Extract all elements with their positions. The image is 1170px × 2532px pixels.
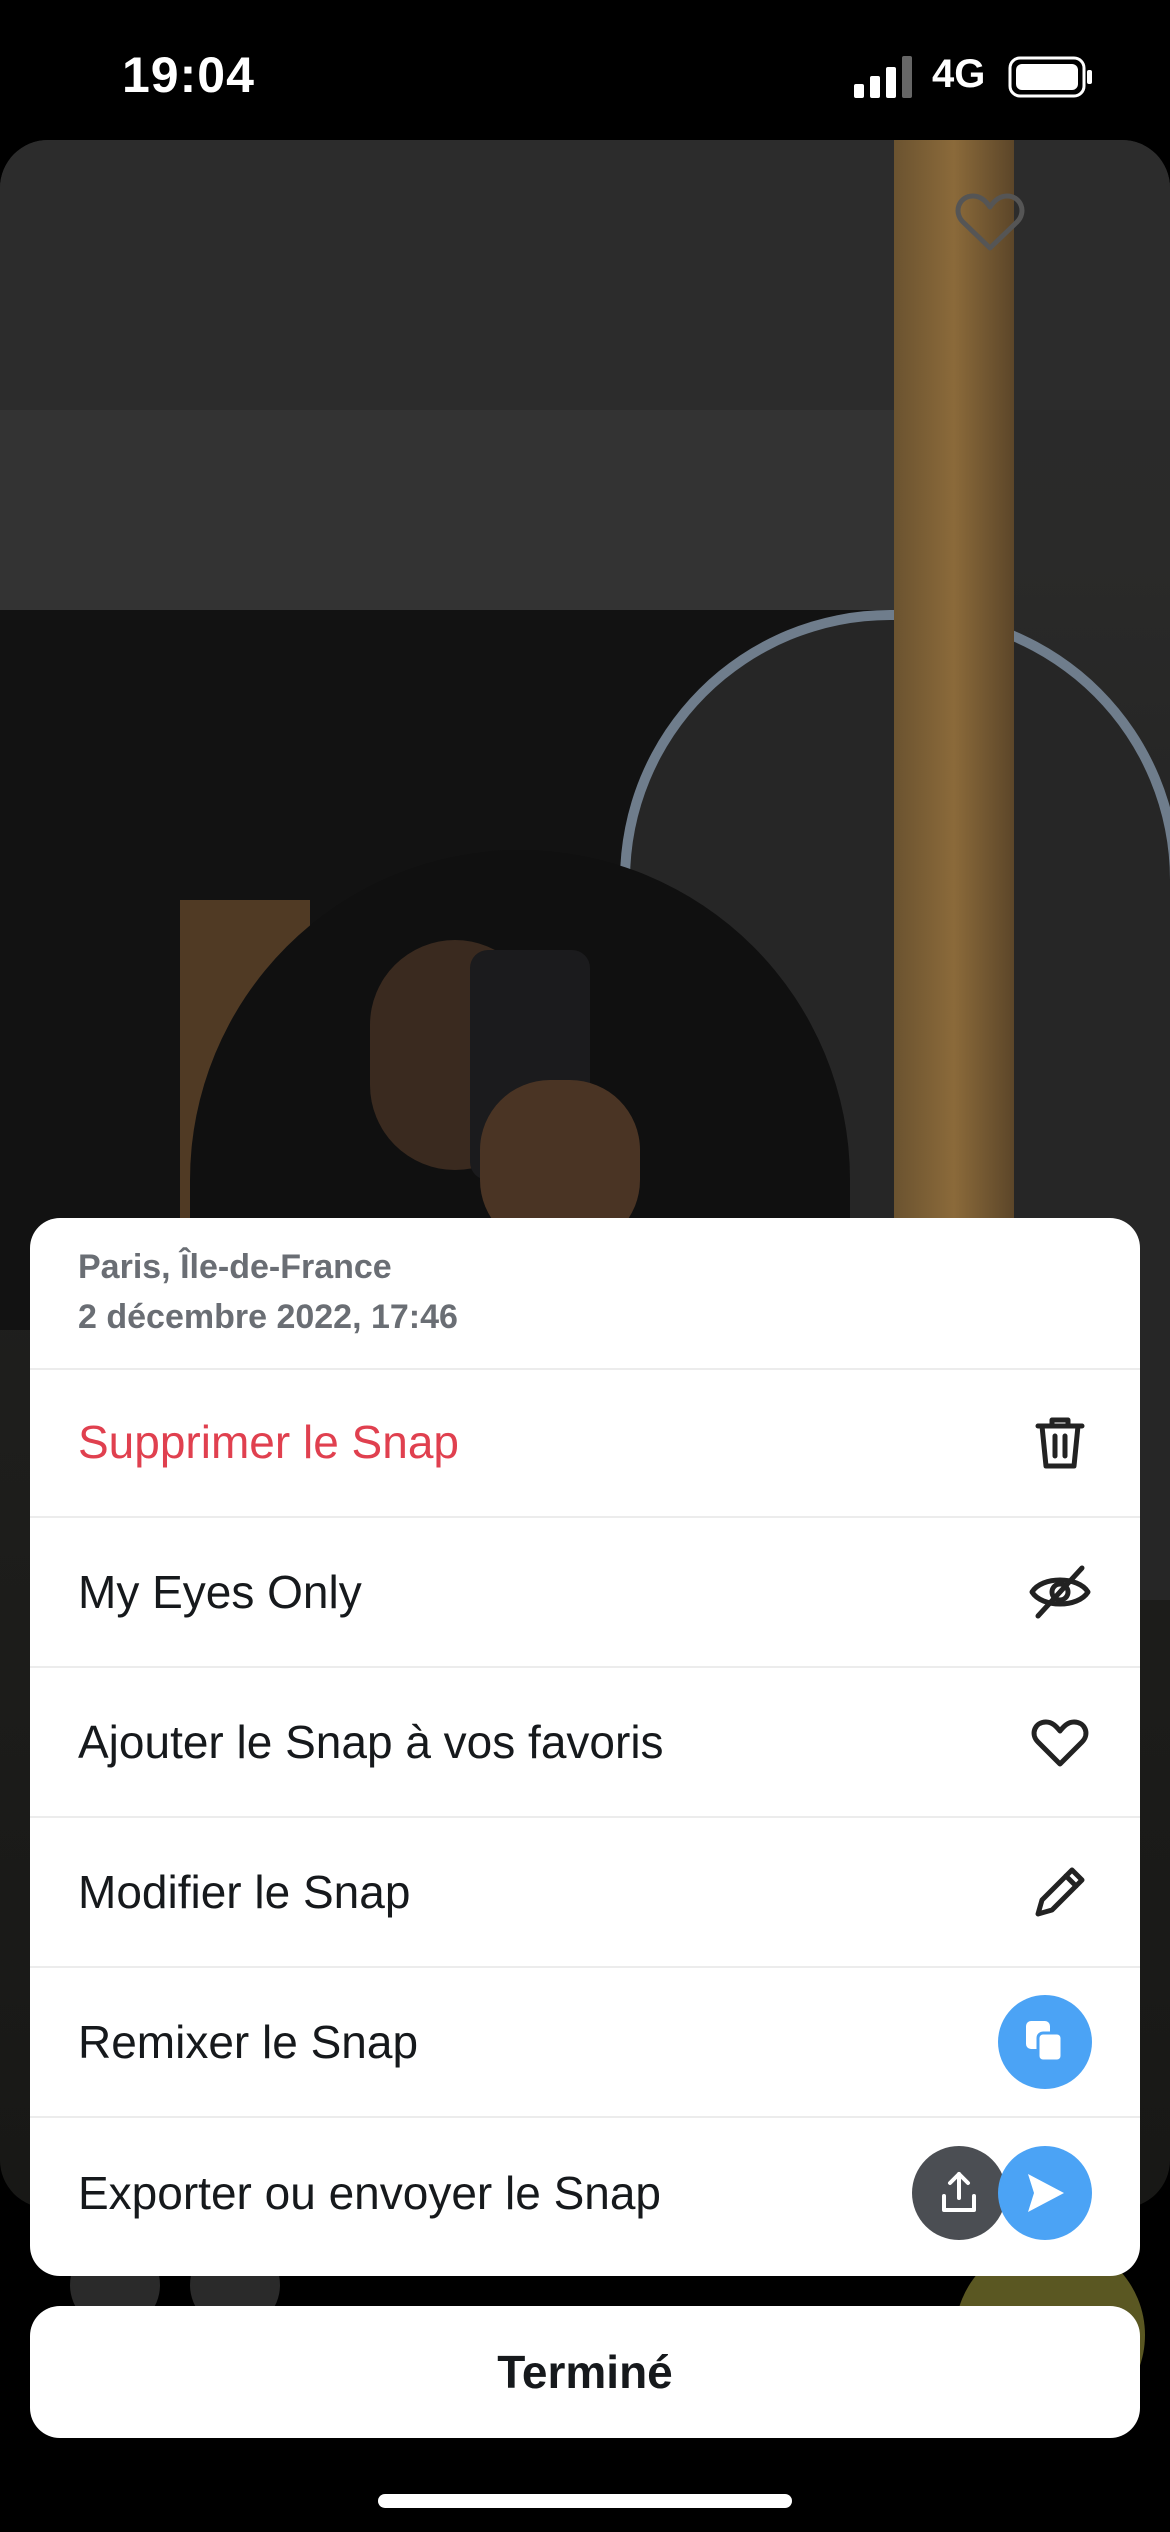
pencil-icon — [1028, 1860, 1092, 1924]
my-eyes-only-button[interactable]: My Eyes Only — [30, 1518, 1140, 1668]
remix-snap-label: Remixer le Snap — [78, 2016, 419, 2068]
home-indicator[interactable] — [378, 2494, 792, 2508]
remix-snap-button[interactable]: Remixer le Snap — [30, 1968, 1140, 2118]
snap-info-header: Paris, Île-de-France 2 décembre 2022, 17… — [30, 1218, 1140, 1370]
delete-snap-button[interactable]: Supprimer le Snap — [30, 1368, 1140, 1518]
network-type: 4G — [932, 52, 986, 96]
share-upload-icon[interactable] — [912, 2146, 1006, 2240]
add-to-favorites-label: Ajouter le Snap à vos favoris — [78, 1716, 664, 1768]
my-eyes-only-label: My Eyes Only — [78, 1566, 362, 1618]
snap-location: Paris, Île-de-France — [78, 1248, 392, 1286]
done-button[interactable]: Terminé — [30, 2306, 1140, 2438]
edit-snap-label: Modifier le Snap — [78, 1866, 411, 1918]
status-time: 19:04 — [122, 47, 255, 103]
export-snap-label: Exporter ou envoyer le Snap — [78, 2167, 662, 2219]
export-snap-button[interactable]: Exporter ou envoyer le Snap — [30, 2118, 1140, 2268]
cellular-signal-icon — [854, 56, 912, 98]
remix-icon — [998, 1995, 1092, 2089]
add-to-favorites-button[interactable]: Ajouter le Snap à vos favoris — [30, 1668, 1140, 1818]
trash-icon — [1028, 1410, 1092, 1474]
send-icon[interactable] — [998, 2146, 1092, 2240]
snap-date: 2 décembre 2022, 17:46 — [78, 1298, 458, 1336]
heart-icon — [1028, 1710, 1092, 1774]
action-sheet: Paris, Île-de-France 2 décembre 2022, 17… — [30, 1218, 1140, 2276]
eye-slash-icon — [1028, 1560, 1092, 1624]
edit-snap-button[interactable]: Modifier le Snap — [30, 1818, 1140, 1968]
favorite-heart-icon[interactable] — [955, 190, 1025, 254]
delete-snap-label: Supprimer le Snap — [78, 1416, 459, 1468]
status-bar: 19:04 4G — [0, 0, 1170, 140]
battery-icon — [1008, 56, 1092, 98]
